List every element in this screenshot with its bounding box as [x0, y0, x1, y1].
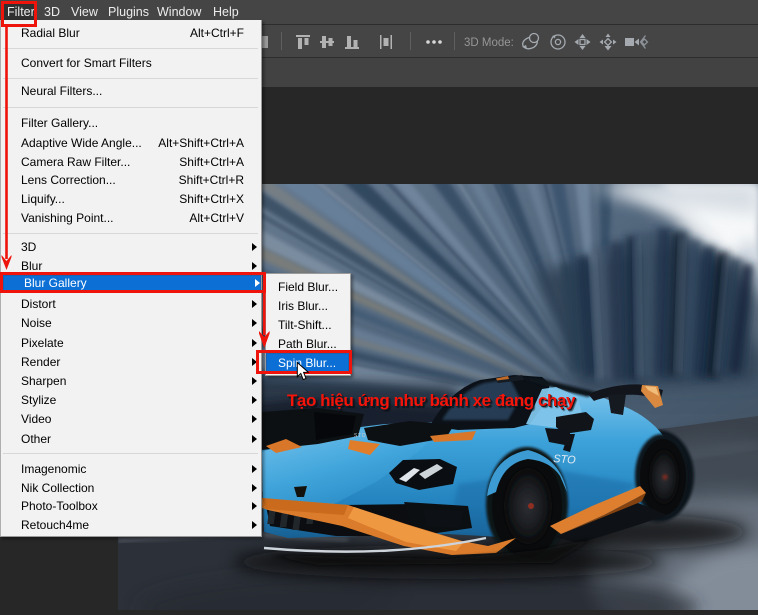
- svg-text:STO: STO: [553, 453, 577, 467]
- svg-text:STO: STO: [354, 433, 366, 439]
- svg-text:3D Mode:: 3D Mode:: [464, 37, 514, 49]
